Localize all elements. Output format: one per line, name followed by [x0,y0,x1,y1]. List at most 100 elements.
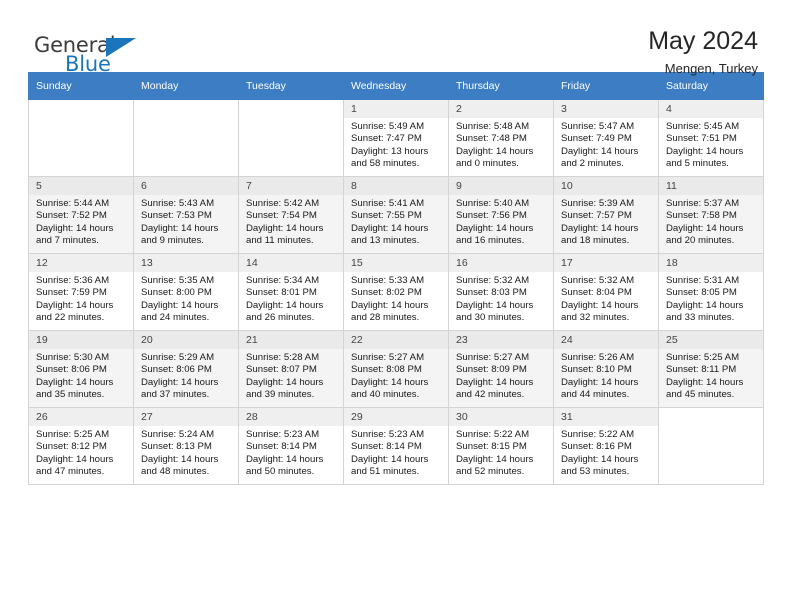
day-cell-content: 6 Sunrise: 5:43 AM Sunset: 7:53 PM Daylight… [134,177,238,253]
calendar-day-cell[interactable]: 9 Sunrise: 5:40 AM Sunset: 7:56 PM Daylight… [448,176,554,254]
daylight-text: Daylight: 14 hours [351,376,429,388]
calendar-day-cell[interactable]: 1 Sunrise: 5:49 AM Sunset: 7:47 PM Daylight… [343,99,449,177]
day-number: 26 [29,408,133,426]
daylight-text-cont: and 7 minutes. [36,234,99,246]
daylight-text-cont: and 53 minutes. [561,465,630,477]
sunrise-text: Sunrise: 5:23 AM [246,429,320,440]
calendar-day-cell[interactable]: 31 Sunrise: 5:22 AM Sunset: 8:16 PM Dayligh… [553,407,659,485]
calendar-day-cell[interactable]: 21 Sunrise: 5:28 AM Sunset: 8:07 PM Dayligh… [238,330,344,408]
sunset-text: Sunset: 7:53 PM [141,210,212,222]
day-cell-content: 15 Sunrise: 5:33 AM Sunset: 8:02 PM Dayligh… [344,254,448,330]
sunrise-text: Sunrise: 5:37 AM [666,198,740,209]
sun-info: Sunrise: 5:23 AM Sunset: 8:14 PM Daylight:… [239,426,343,478]
daylight-text: Daylight: 14 hours [456,376,534,388]
calendar-day-cell[interactable]: 4 Sunrise: 5:45 AM Sunset: 7:51 PM Daylight… [658,99,764,177]
daylight-text: Daylight: 14 hours [141,453,219,465]
sunset-text: Sunset: 7:57 PM [561,210,632,222]
daylight-text: Daylight: 14 hours [666,145,744,157]
general-blue-logo[interactable]: General Blue [34,33,164,77]
day-cell-content [239,100,343,176]
calendar-day-cell[interactable]: 13 Sunrise: 5:35 AM Sunset: 8:00 PM Dayligh… [133,253,239,331]
sunset-text: Sunset: 8:04 PM [561,287,632,299]
calendar-day-cell[interactable]: 29 Sunrise: 5:23 AM Sunset: 8:14 PM Dayligh… [343,407,449,485]
daylight-text: Daylight: 14 hours [456,453,534,465]
daylight-text: Daylight: 14 hours [246,222,324,234]
sunrise-text: Sunrise: 5:36 AM [36,275,110,286]
sunset-text: Sunset: 8:06 PM [36,364,107,376]
sunrise-text: Sunrise: 5:49 AM [351,121,425,132]
calendar-day-cell[interactable]: 30 Sunrise: 5:22 AM Sunset: 8:15 PM Dayligh… [448,407,554,485]
daylight-text: Daylight: 14 hours [141,299,219,311]
daylight-text: Daylight: 14 hours [666,376,744,388]
day-number [134,100,238,118]
calendar-day-cell[interactable]: 27 Sunrise: 5:24 AM Sunset: 8:13 PM Dayligh… [133,407,239,485]
calendar-day-cell[interactable]: 19 Sunrise: 5:30 AM Sunset: 8:06 PM Dayligh… [28,330,134,408]
calendar-day-cell[interactable]: 20 Sunrise: 5:29 AM Sunset: 8:06 PM Dayligh… [133,330,239,408]
calendar-day-cell[interactable]: 24 Sunrise: 5:26 AM Sunset: 8:10 PM Dayligh… [553,330,659,408]
sun-info: Sunrise: 5:22 AM Sunset: 8:15 PM Daylight:… [449,426,553,478]
daylight-text: Daylight: 14 hours [36,299,114,311]
daylight-text: Daylight: 14 hours [351,222,429,234]
calendar-day-cell[interactable]: 15 Sunrise: 5:33 AM Sunset: 8:02 PM Dayligh… [343,253,449,331]
day-cell-content: 10 Sunrise: 5:39 AM Sunset: 7:57 PM Dayligh… [554,177,658,253]
calendar-day-cell[interactable]: 22 Sunrise: 5:27 AM Sunset: 8:08 PM Dayligh… [343,330,449,408]
day-cell-content: 8 Sunrise: 5:41 AM Sunset: 7:55 PM Daylight… [344,177,448,253]
calendar-day-cell[interactable]: 18 Sunrise: 5:31 AM Sunset: 8:05 PM Dayligh… [658,253,764,331]
sunrise-text: Sunrise: 5:35 AM [141,275,215,286]
daylight-text: Daylight: 14 hours [246,376,324,388]
calendar-day-cell[interactable]: 10 Sunrise: 5:39 AM Sunset: 7:57 PM Dayligh… [553,176,659,254]
sun-info: Sunrise: 5:47 AM Sunset: 7:49 PM Daylight:… [554,118,658,170]
page-subtitle: Mengen, Turkey [664,61,758,76]
day-number: 22 [344,331,448,349]
sunset-text: Sunset: 7:47 PM [351,133,422,145]
calendar-day-cell[interactable]: 11 Sunrise: 5:37 AM Sunset: 7:58 PM Dayligh… [658,176,764,254]
daylight-text-cont: and 9 minutes. [141,234,204,246]
daylight-text-cont: and 42 minutes. [456,388,525,400]
weekday-header-friday: Friday [553,72,659,100]
sunrise-text: Sunrise: 5:40 AM [456,198,530,209]
sun-info: Sunrise: 5:34 AM Sunset: 8:01 PM Daylight:… [239,272,343,324]
daylight-text: Daylight: 14 hours [561,453,639,465]
calendar-day-cell[interactable]: 2 Sunrise: 5:48 AM Sunset: 7:48 PM Daylight… [448,99,554,177]
calendar-day-cell[interactable]: 28 Sunrise: 5:23 AM Sunset: 8:14 PM Dayligh… [238,407,344,485]
day-number: 16 [449,254,553,272]
sunrise-text: Sunrise: 5:26 AM [561,352,635,363]
calendar-day-cell[interactable]: 26 Sunrise: 5:25 AM Sunset: 8:12 PM Dayligh… [28,407,134,485]
sun-info: Sunrise: 5:45 AM Sunset: 7:51 PM Daylight:… [659,118,763,170]
daylight-text: Daylight: 14 hours [351,453,429,465]
calendar-day-cell[interactable]: 14 Sunrise: 5:34 AM Sunset: 8:01 PM Dayligh… [238,253,344,331]
sun-info: Sunrise: 5:39 AM Sunset: 7:57 PM Daylight:… [554,195,658,247]
calendar-day-cell[interactable]: 25 Sunrise: 5:25 AM Sunset: 8:11 PM Dayligh… [658,330,764,408]
day-cell-content: 17 Sunrise: 5:32 AM Sunset: 8:04 PM Dayligh… [554,254,658,330]
daylight-text-cont: and 0 minutes. [456,157,519,169]
calendar-day-cell[interactable]: 7 Sunrise: 5:42 AM Sunset: 7:54 PM Daylight… [238,176,344,254]
daylight-text: Daylight: 14 hours [36,222,114,234]
calendar-cell-empty [238,99,344,177]
sunrise-text: Sunrise: 5:32 AM [456,275,530,286]
sun-info: Sunrise: 5:35 AM Sunset: 8:00 PM Daylight:… [134,272,238,324]
calendar-day-cell[interactable]: 12 Sunrise: 5:36 AM Sunset: 7:59 PM Dayligh… [28,253,134,331]
sunset-text: Sunset: 8:07 PM [246,364,317,376]
day-number: 11 [659,177,763,195]
sun-info: Sunrise: 5:27 AM Sunset: 8:08 PM Daylight:… [344,349,448,401]
calendar-day-cell[interactable]: 3 Sunrise: 5:47 AM Sunset: 7:49 PM Daylight… [553,99,659,177]
calendar-day-cell[interactable]: 17 Sunrise: 5:32 AM Sunset: 8:04 PM Dayligh… [553,253,659,331]
calendar-day-cell[interactable]: 5 Sunrise: 5:44 AM Sunset: 7:52 PM Daylight… [28,176,134,254]
day-number: 19 [29,331,133,349]
daylight-text: Daylight: 14 hours [351,299,429,311]
sunrise-text: Sunrise: 5:41 AM [351,198,425,209]
calendar-day-cell[interactable]: 23 Sunrise: 5:27 AM Sunset: 8:09 PM Dayligh… [448,330,554,408]
day-cell-content: 16 Sunrise: 5:32 AM Sunset: 8:03 PM Dayligh… [449,254,553,330]
sun-info: Sunrise: 5:32 AM Sunset: 8:04 PM Daylight:… [554,272,658,324]
daylight-text: Daylight: 14 hours [36,376,114,388]
daylight-text: Daylight: 14 hours [666,299,744,311]
sunrise-text: Sunrise: 5:25 AM [666,352,740,363]
calendar-day-cell[interactable]: 16 Sunrise: 5:32 AM Sunset: 8:03 PM Dayligh… [448,253,554,331]
day-number: 29 [344,408,448,426]
page-header: General Blue May 2024 Mengen, Turkey [28,0,764,76]
calendar-day-cell[interactable]: 6 Sunrise: 5:43 AM Sunset: 7:53 PM Daylight… [133,176,239,254]
day-cell-content: 29 Sunrise: 5:23 AM Sunset: 8:14 PM Dayligh… [344,408,448,484]
sunset-text: Sunset: 7:55 PM [351,210,422,222]
daylight-text: Daylight: 14 hours [561,145,639,157]
calendar-day-cell[interactable]: 8 Sunrise: 5:41 AM Sunset: 7:55 PM Daylight… [343,176,449,254]
